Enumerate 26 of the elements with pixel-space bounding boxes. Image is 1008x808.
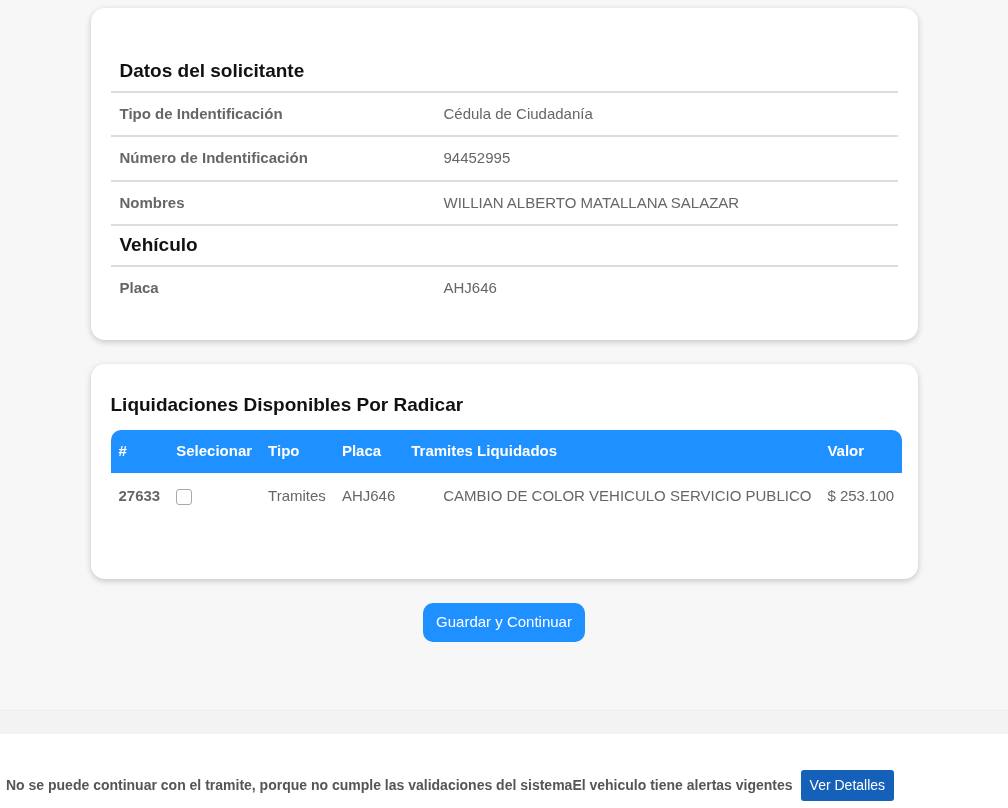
save-button[interactable]: Guardar y Continuar (423, 603, 585, 642)
section-title: Datos del solicitante (110, 52, 898, 93)
table-cell: CAMBIO DE COLOR VEHICULO SERVICIO PUBLICO (403, 472, 820, 520)
field-value: WILLIAN ALBERTO MATALLANA SALAZAR (443, 192, 740, 213)
field-label: Número de Indentificación (119, 148, 309, 169)
field-label: Tipo de Indentificación (119, 103, 284, 124)
section-title: Vehículo (110, 226, 898, 268)
column-header: Placa (333, 430, 404, 473)
field-label: Nombres (119, 192, 186, 213)
field-value: AHJ646 (443, 278, 497, 299)
field-value: 94452995 (443, 148, 511, 169)
details-button[interactable]: Ver Detalles (800, 769, 895, 801)
field-value: Cédula de Ciudadanía (443, 103, 593, 124)
column-header: Selecionar (168, 430, 261, 473)
checkbox[interactable] (176, 488, 193, 505)
alert-message: No se puede continuar con el tramite, porque no cumple las validaciones del sistemaEl vehiculo tiene alertas vigentes (6, 775, 793, 795)
table-cell: AHJ646 (333, 472, 404, 520)
table-cell: Tramites (260, 472, 334, 520)
section-title: Liquidaciones Disponibles Por Radicar (110, 393, 465, 417)
column-header: Tramites Liquidados (403, 430, 820, 473)
column-header: # (110, 430, 169, 473)
field-label: Placa (119, 278, 160, 299)
table-cell: $ 253.100 (819, 472, 903, 520)
table-cell: 27633 (110, 472, 169, 520)
column-header: Valor (819, 430, 903, 473)
column-header: Tipo (260, 430, 334, 473)
